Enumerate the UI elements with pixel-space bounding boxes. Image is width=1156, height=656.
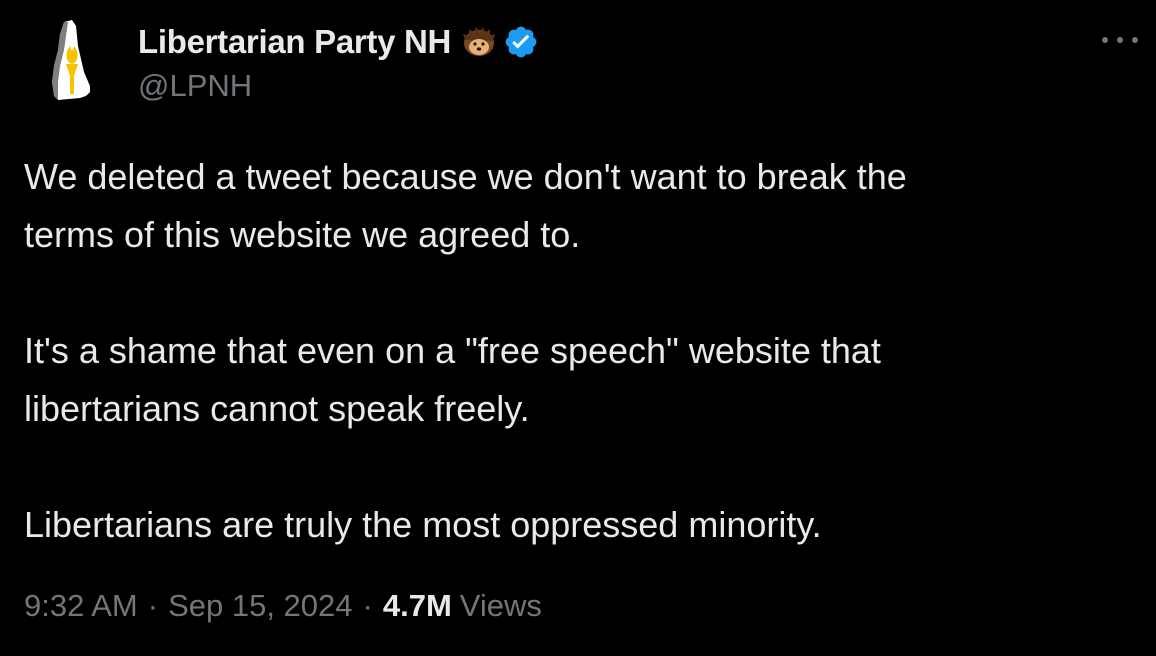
meta-separator: · — [362, 588, 373, 623]
avatar[interactable] — [24, 16, 120, 112]
tweet-paragraph: We deleted a tweet because we don't want… — [24, 156, 907, 255]
more-dot — [1102, 37, 1108, 43]
verified-icon[interactable] — [503, 24, 539, 60]
meta-separator: · — [147, 588, 159, 623]
tweet-paragraph: Libertarians are truly the most oppresse… — [24, 504, 822, 545]
tweet-date[interactable]: Sep 15, 2024 — [168, 588, 352, 624]
author-display-name[interactable]: Libertarian Party NH — [138, 23, 451, 61]
new-hampshire-torch-logo-icon — [52, 20, 90, 100]
author-name-row[interactable]: Libertarian Party NH — [138, 20, 539, 64]
tweet-meta: 9:32 AM · Sep 15, 2024 · 4.7M Views — [24, 588, 542, 624]
views-count[interactable]: 4.7M — [383, 588, 452, 624]
more-options-icon[interactable] — [1098, 26, 1142, 54]
hedgehog-icon — [461, 24, 497, 60]
tweet-text: We deleted a tweet because we don't want… — [24, 148, 1124, 554]
more-dot — [1117, 37, 1123, 43]
author-handle[interactable]: @LPNH — [138, 68, 252, 104]
tweet-time[interactable]: 9:32 AM — [24, 588, 138, 624]
more-dot — [1132, 37, 1138, 43]
views-label[interactable]: Views — [460, 588, 542, 624]
tweet-paragraph: It's a shame that even on a "free speech… — [24, 330, 881, 429]
